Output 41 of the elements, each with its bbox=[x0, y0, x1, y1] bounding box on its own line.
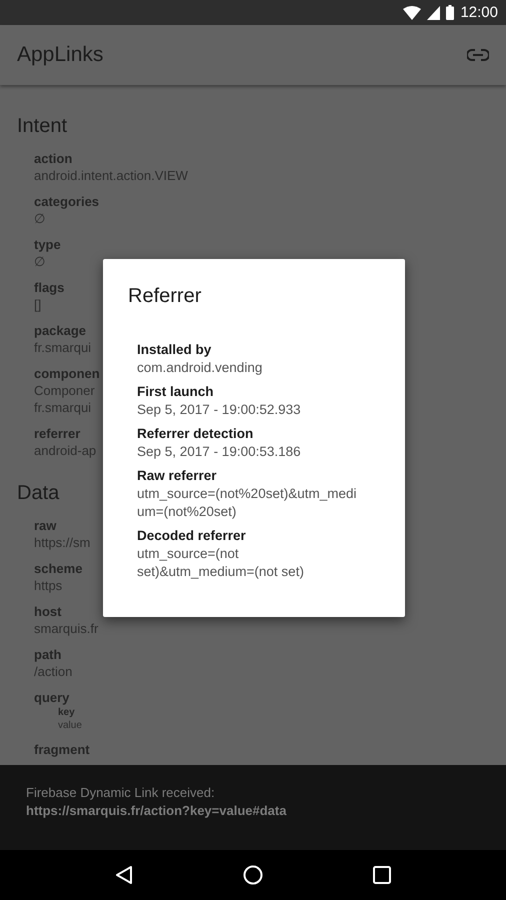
field-value: ∅ bbox=[34, 210, 45, 227]
field-label: Decoded referrer bbox=[137, 527, 246, 545]
field-label: First launch bbox=[137, 383, 214, 401]
field-label: package bbox=[34, 322, 86, 339]
field-label: type bbox=[34, 236, 61, 253]
field-label: scheme bbox=[34, 560, 82, 577]
field-value: utm_source=(not%20set)&utm_medium=(not%20set) bbox=[137, 485, 358, 521]
battery-icon bbox=[446, 5, 454, 20]
field-label: path bbox=[34, 646, 62, 663]
field-label: action bbox=[34, 150, 72, 167]
field-value: com.android.vending bbox=[137, 359, 262, 377]
field-value: utm_source=(not set)&utm_medium=(not set) bbox=[137, 545, 305, 581]
field-label: raw bbox=[34, 517, 56, 534]
app-title: AppLinks bbox=[17, 42, 104, 68]
home-icon[interactable] bbox=[243, 865, 263, 885]
section-heading: Data bbox=[17, 481, 60, 506]
field-label: Referrer detection bbox=[137, 425, 254, 443]
section-heading: Intent bbox=[17, 114, 68, 139]
recents-icon[interactable] bbox=[373, 866, 391, 884]
field-label: Raw referrer bbox=[137, 467, 217, 485]
dialog-title: Referrer bbox=[128, 284, 202, 309]
wifi-icon bbox=[403, 6, 422, 20]
back-icon[interactable] bbox=[115, 865, 133, 885]
clock: 12:00 bbox=[460, 5, 498, 20]
field-label: categories bbox=[34, 193, 100, 210]
link-icon[interactable] bbox=[467, 49, 489, 61]
cell-signal-icon bbox=[427, 6, 440, 20]
field-label: referrer bbox=[34, 425, 80, 442]
field-label: fragment bbox=[34, 741, 90, 758]
field-value: Sep 5, 2017 - 19:00:52.933 bbox=[137, 401, 301, 419]
field-label: key bbox=[58, 706, 75, 719]
field-label: host bbox=[34, 603, 62, 620]
field-value: Sep 5, 2017 - 19:00:53.186 bbox=[137, 443, 301, 461]
field-label: query bbox=[34, 689, 70, 706]
field-label: flags bbox=[34, 279, 64, 296]
field-label: Installed by bbox=[137, 341, 212, 359]
snackbar-message: Firebase Dynamic Link received: bbox=[26, 784, 216, 802]
field-value: [] bbox=[34, 296, 42, 313]
field-label: componen bbox=[34, 365, 100, 382]
field-value: ∅ bbox=[34, 253, 45, 270]
link-text[interactable]: https://smarquis.fr/action?key=value#data bbox=[26, 802, 506, 820]
